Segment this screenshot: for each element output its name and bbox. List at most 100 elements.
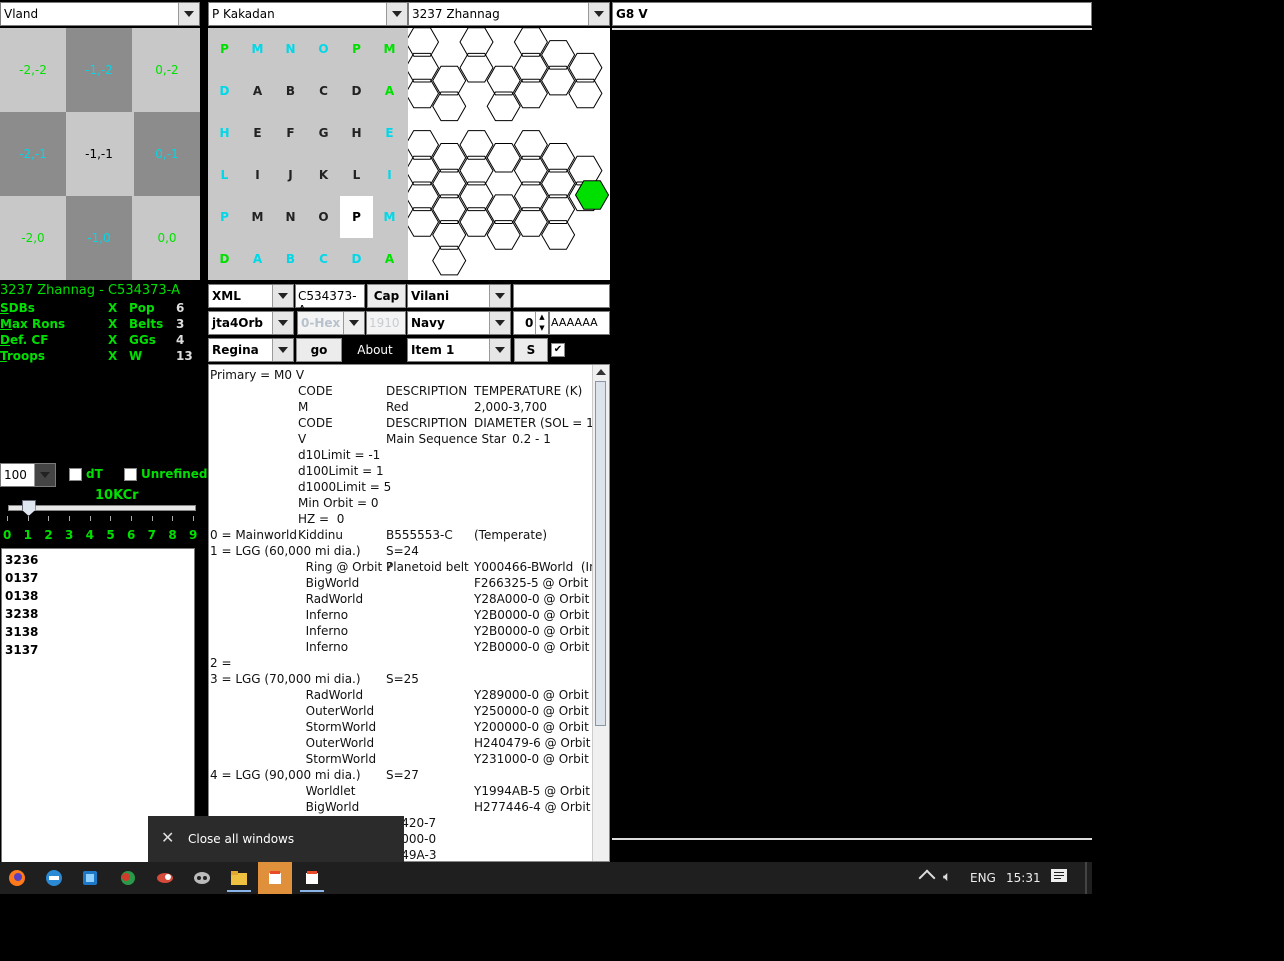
orbit-combo[interactable]: jta4Orb: [208, 311, 294, 335]
nav-cell[interactable]: 0,-1: [134, 112, 200, 196]
subsector-letter[interactable]: M: [241, 28, 274, 70]
hex-select-combo[interactable]: 3237 Zhannag: [408, 2, 610, 26]
app-icon-5[interactable]: [153, 866, 177, 890]
hex-cell[interactable]: [541, 143, 576, 173]
about-button[interactable]: About: [343, 338, 407, 362]
subsector-letter[interactable]: H: [340, 112, 373, 154]
hex-cell[interactable]: [486, 65, 521, 96]
go-button[interactable]: go: [296, 338, 342, 362]
subsector-letter[interactable]: E: [241, 112, 274, 154]
hex-cell[interactable]: [486, 220, 521, 250]
hex-cell[interactable]: [459, 155, 494, 186]
spinner-down-icon[interactable]: ▼: [535, 323, 548, 334]
subsector-letter[interactable]: D: [208, 70, 241, 112]
nav-cell[interactable]: -1,-1: [66, 112, 132, 196]
subsector-letter[interactable]: D: [340, 238, 373, 280]
hex-map[interactable]: [408, 28, 610, 280]
subsector-letter[interactable]: N: [274, 28, 307, 70]
notification-icon[interactable]: [1051, 869, 1067, 882]
scroll-up-icon[interactable]: [596, 369, 606, 375]
subsector-letter[interactable]: M: [241, 196, 274, 238]
scroll-thumb[interactable]: [595, 381, 606, 726]
hex-cell[interactable]: [486, 194, 521, 224]
cap-button[interactable]: Cap: [367, 284, 406, 308]
chevron-down-icon[interactable]: [489, 285, 510, 307]
nav-cell[interactable]: -2,-1: [0, 112, 66, 196]
race-combo[interactable]: Vilani: [407, 284, 511, 308]
subsector-letter[interactable]: O: [307, 196, 340, 238]
hex-cell[interactable]: [513, 155, 548, 186]
close-all-windows[interactable]: Close all windows: [188, 832, 294, 846]
vertical-scrollbar[interactable]: [592, 365, 609, 861]
clock[interactable]: 15:31: [1006, 871, 1041, 885]
nav-cell[interactable]: -2,-2: [0, 28, 66, 112]
hex-cell[interactable]: [513, 207, 548, 237]
subsector-letter[interactable]: P: [208, 196, 241, 238]
hex-cell[interactable]: [432, 245, 467, 276]
volume-icon[interactable]: 🔈︎: [943, 869, 951, 885]
subsector-letter[interactable]: P: [208, 28, 241, 70]
chevron-down-icon[interactable]: [489, 312, 510, 334]
unrefined-checkbox[interactable]: [124, 468, 137, 481]
hex-cell[interactable]: [432, 194, 467, 224]
chevron-down-icon[interactable]: [272, 339, 293, 361]
allegiance-field[interactable]: AAAAAA: [549, 311, 610, 335]
subsector-letter[interactable]: L: [208, 154, 241, 196]
chevron-down-icon[interactable]: [178, 3, 199, 25]
hex-type-combo[interactable]: 0-Hex: [297, 311, 365, 335]
credit-slider[interactable]: [6, 500, 196, 530]
check-toggle[interactable]: ✔: [551, 343, 565, 357]
hex-cell[interactable]: [513, 28, 548, 57]
app-icon-3[interactable]: [78, 866, 102, 890]
hex-cell[interactable]: [541, 168, 576, 199]
subsector-letter[interactable]: H: [208, 112, 241, 154]
hex-cell[interactable]: [459, 207, 494, 237]
subsector-letter[interactable]: M: [373, 28, 406, 70]
dt-checkbox[interactable]: [69, 468, 82, 481]
slider-thumb[interactable]: [21, 500, 36, 516]
chevron-down-icon[interactable]: [489, 339, 510, 361]
nav-cell[interactable]: -1,-2: [66, 28, 132, 112]
chevron-down-icon[interactable]: [588, 3, 609, 25]
java-app-icon-active[interactable]: [258, 862, 292, 894]
chevron-down-icon[interactable]: [343, 312, 364, 334]
subsector-letter[interactable]: A: [241, 70, 274, 112]
file-explorer-icon[interactable]: [227, 866, 251, 892]
list-item[interactable]: 3236: [5, 553, 38, 567]
hex-cell[interactable]: [541, 40, 576, 70]
year-field[interactable]: 1910: [366, 311, 406, 335]
subsector-letter[interactable]: E: [373, 112, 406, 154]
subsector-letter[interactable]: A: [373, 70, 406, 112]
list-item[interactable]: 3238: [5, 607, 38, 621]
app-icon-6[interactable]: [190, 866, 214, 890]
subsector-letter[interactable]: P: [340, 196, 373, 238]
hex-cell[interactable]: [513, 130, 548, 160]
s-button[interactable]: S: [514, 338, 548, 362]
nav-cell[interactable]: -1,0: [66, 196, 132, 280]
chevron-down-icon[interactable]: [34, 464, 55, 486]
navy-combo[interactable]: Navy: [407, 311, 511, 335]
spinner-up-icon[interactable]: ▲: [535, 312, 548, 323]
subsector-letter[interactable]: I: [373, 154, 406, 196]
chevron-down-icon[interactable]: [272, 285, 293, 307]
list-item[interactable]: 0137: [5, 571, 38, 585]
subsector-combo[interactable]: P Kakadan: [208, 2, 408, 26]
hex-cell[interactable]: [486, 91, 521, 122]
system-text-area[interactable]: Primary = M0 V CODE DESCRIPTION TEMPERATURE…: [208, 364, 610, 862]
app-icon-2[interactable]: [42, 866, 66, 890]
blank-field[interactable]: [513, 284, 610, 308]
list-item[interactable]: 0138: [5, 589, 38, 603]
hex-cell[interactable]: [568, 78, 603, 109]
hex-cell[interactable]: [459, 130, 494, 160]
chevron-down-icon[interactable]: [386, 3, 407, 25]
app-icon-4[interactable]: [116, 866, 140, 890]
hex-cell[interactable]: [432, 220, 467, 250]
subsector-letter[interactable]: L: [340, 154, 373, 196]
close-icon[interactable]: ✕: [161, 828, 174, 847]
subsector-letter[interactable]: A: [241, 238, 274, 280]
list-item[interactable]: 3138: [5, 625, 38, 639]
format-combo[interactable]: XML: [208, 284, 294, 308]
nav-cell[interactable]: -2,0: [0, 196, 66, 280]
subsector-letter[interactable]: C: [307, 70, 340, 112]
firefox-icon[interactable]: [5, 866, 29, 890]
